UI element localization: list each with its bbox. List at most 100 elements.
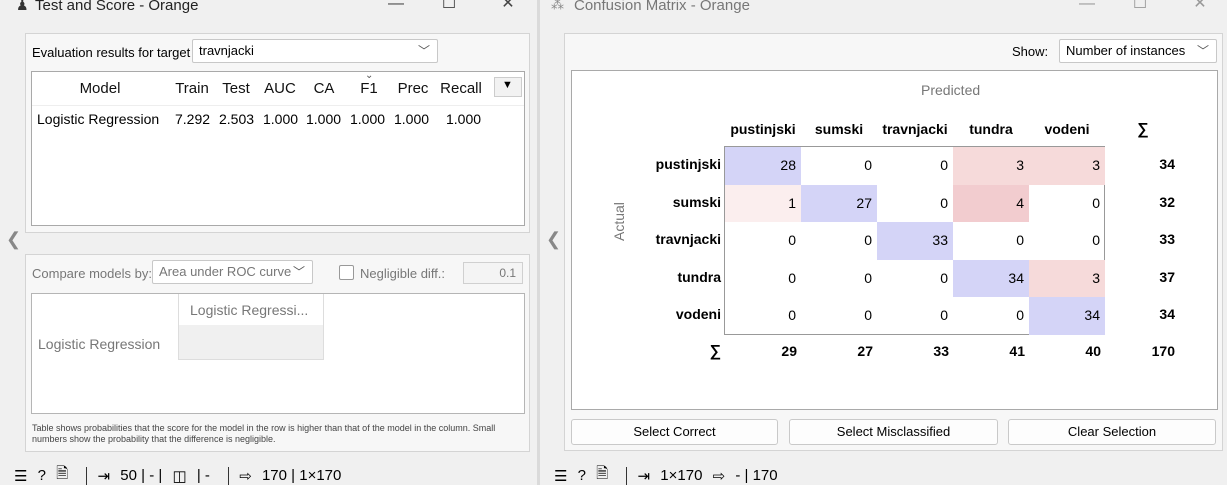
menu-icon[interactable]: ☰ [554,467,567,485]
orange-app-icon: ♟ [16,0,29,13]
collapse-arrow-icon[interactable]: ❮ [546,229,561,250]
collapse-arrow-icon[interactable]: ❮ [6,229,21,250]
output-summary: 170 | 1×170 [261,467,342,484]
matrix-cell[interactable]: 3 [1029,147,1105,185]
row-label-tundra[interactable]: tundra [621,269,721,285]
matrix-cell[interactable]: 28 [725,147,801,185]
comparison-table[interactable]: Logistic Regressi... Logistic Regression [31,293,525,414]
col-sum: 41 [1009,343,1025,359]
col-test[interactable]: Test [216,80,256,97]
col-recall[interactable]: Recall [436,80,486,97]
matrix-cell[interactable]: 0 [801,147,877,185]
col-train[interactable]: Train [170,80,214,97]
col-label-sumski[interactable]: sumski [801,121,877,137]
matrix-cell[interactable]: 0 [725,222,801,260]
matrix-cell[interactable]: 34 [1029,297,1105,335]
col-f1[interactable]: F1 [348,80,390,97]
col-label-travnjacki[interactable]: travnjacki [877,121,953,137]
col-sum: 27 [857,343,873,359]
matrix-cell[interactable]: 3 [1029,259,1105,297]
report-icon[interactable]: 🗎 [56,463,68,485]
matrix-cell[interactable]: 1 [725,184,801,222]
row-sum: 37 [1159,269,1175,285]
matrix-cell[interactable]: 34 [953,259,1029,297]
row-label-vodeni[interactable]: vodeni [621,306,721,322]
chevron-down-icon: ﹀ [1196,44,1209,58]
matrix-cell[interactable]: 0 [1029,185,1105,223]
predicted-label: Predicted [921,82,981,98]
row-sum: 34 [1159,306,1175,322]
input-icon: ⇥ [637,467,651,485]
matrix-cell[interactable]: 27 [801,184,877,222]
comparison-col-header: Logistic Regressi... [190,302,309,318]
compare-select[interactable]: Area under ROC curve ﹀ [152,260,313,284]
matrix-cell[interactable]: 0 [877,260,953,298]
cell-recall: 1.000 [446,111,482,127]
select-misclassified-button[interactable]: Select Misclassified [789,419,998,445]
cell-prec: 1.000 [394,111,430,127]
matrix-cell[interactable]: 0 [877,147,953,185]
help-icon[interactable]: ? [38,467,46,484]
menu-icon[interactable]: ☰ [14,467,27,485]
column-menu-button[interactable]: ▼ [494,77,522,97]
row-label-pustinjski[interactable]: pustinjski [621,156,721,172]
output-summary: - | 170 [735,467,778,484]
matrix-cell[interactable]: 33 [877,222,953,260]
close-button[interactable]: ✕ [1189,0,1211,14]
status-bar: ☰ ? 🗎 ⇥ 1×170 ⇨ - | 170 [554,463,784,485]
footnote: Table shows probabilities that the score… [32,423,496,444]
show-select[interactable]: Number of instances ﹀ [1059,39,1217,63]
matrix-cell[interactable]: 0 [1029,222,1105,260]
output-icon: ⇨ [239,467,252,485]
results-table[interactable]: Model Train Test AUC CA ⌄ F1 Prec Recall… [31,70,525,226]
minimize-button[interactable]: — [1076,0,1098,14]
confusion-matrix[interactable]: Predicted Actual pustinjski sumski travn… [571,70,1218,410]
select-correct-button[interactable]: Select Correct [571,419,778,445]
matrix-cell[interactable]: 0 [877,185,953,223]
row-label-sumski[interactable]: sumski [621,194,721,210]
show-value: Number of instances [1066,43,1186,58]
col-auc[interactable]: AUC [259,80,301,97]
status-divider [626,466,628,485]
matrix-cell[interactable]: 0 [725,297,801,335]
comparison-row-header: Logistic Regression [38,336,161,352]
row-label-travnjacki[interactable]: travnjacki [621,231,721,247]
matrix-cell[interactable]: 0 [801,297,877,335]
matrix-cell[interactable]: 0 [953,297,1029,335]
help-icon[interactable]: ? [578,467,586,484]
negligible-label: Negligible diff.: [360,266,446,281]
col-label-tundra[interactable]: tundra [953,121,1029,137]
target-label: Evaluation results for target [32,45,191,60]
col-label-vodeni[interactable]: vodeni [1029,121,1105,137]
row-sum-label: ∑ [709,343,721,360]
test-and-score-window: ♟ Test and Score - Orange — ☐ ✕ Evaluati… [0,0,538,485]
matrix-cell[interactable]: 0 [877,297,953,335]
compare-panel: Compare models by: Area under ROC curve … [25,254,530,452]
col-model[interactable]: Model [32,80,168,97]
matrix-cell[interactable]: 4 [953,184,1029,222]
col-prec[interactable]: Prec [392,80,434,97]
matrix-panel: Show: Number of instances ﹀ Predicted Ac… [564,33,1223,451]
report-icon[interactable]: 🗎 [596,463,608,485]
matrix-cell[interactable]: 0 [801,222,877,260]
target-select[interactable]: travnjacki ﹀ [192,39,438,63]
matrix-cell[interactable]: 3 [953,147,1029,185]
negligible-checkbox[interactable] [339,265,354,280]
matrix-cell[interactable]: 0 [953,222,1029,260]
cell-model: Logistic Regression [37,111,160,127]
clear-selection-button[interactable]: Clear Selection [1008,419,1216,445]
maximize-button[interactable]: ☐ [438,0,460,14]
negligible-input[interactable]: 0.1 [463,262,523,284]
minimize-button[interactable]: — [385,0,407,14]
maximize-button[interactable]: ☐ [1129,0,1151,14]
status-divider [228,466,230,485]
model-icon: ◫ [172,467,187,485]
matrix-cell[interactable]: 0 [725,260,801,298]
matrix-cell[interactable]: 0 [801,260,877,298]
cell-train: 7.292 [175,111,211,127]
col-ca[interactable]: CA [304,80,344,97]
col-label-pustinjski[interactable]: pustinjski [725,121,801,137]
row-sum: 34 [1159,156,1175,172]
status-divider [86,466,88,485]
close-button[interactable]: ✕ [497,0,519,14]
